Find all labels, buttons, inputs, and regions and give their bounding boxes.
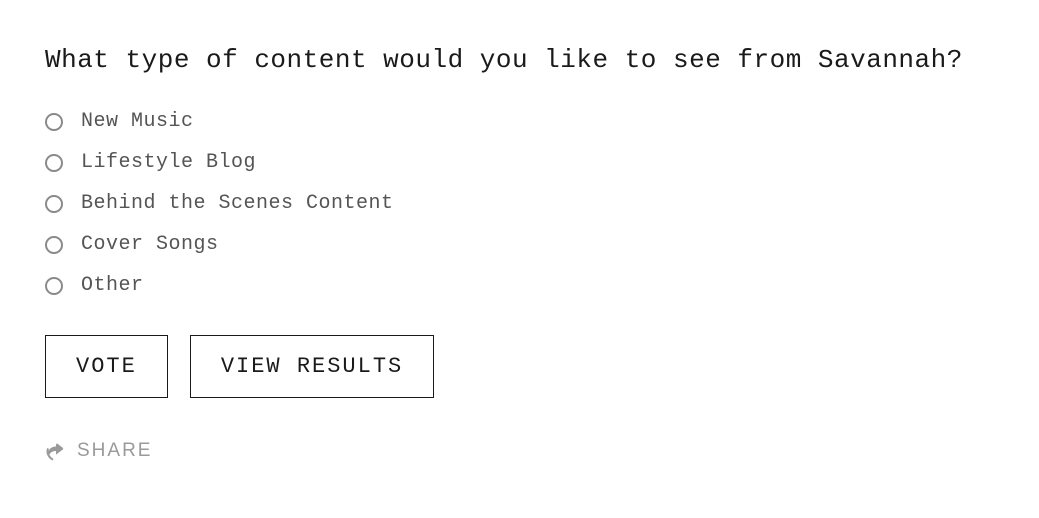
poll-buttons: VOTE VIEW RESULTS <box>45 335 994 398</box>
poll-option-label: Behind the Scenes Content <box>81 192 394 215</box>
poll-option[interactable]: New Music <box>45 110 994 133</box>
radio-icon <box>45 277 63 295</box>
radio-icon <box>45 113 63 131</box>
poll-option-label: Cover Songs <box>81 233 219 256</box>
poll-option-label: New Music <box>81 110 194 133</box>
poll-option-label: Lifestyle Blog <box>81 151 256 174</box>
poll-option[interactable]: Other <box>45 274 994 297</box>
poll-option[interactable]: Cover Songs <box>45 233 994 256</box>
share-link[interactable]: SHARE <box>45 440 994 462</box>
share-icon <box>45 440 67 462</box>
vote-button[interactable]: VOTE <box>45 335 168 398</box>
view-results-button[interactable]: VIEW RESULTS <box>190 335 434 398</box>
poll-option-label: Other <box>81 274 144 297</box>
radio-icon <box>45 195 63 213</box>
poll-option[interactable]: Behind the Scenes Content <box>45 192 994 215</box>
share-label: SHARE <box>77 440 152 462</box>
poll-question: What type of content would you like to s… <box>45 45 994 75</box>
poll-option[interactable]: Lifestyle Blog <box>45 151 994 174</box>
radio-icon <box>45 236 63 254</box>
radio-icon <box>45 154 63 172</box>
poll-options: New Music Lifestyle Blog Behind the Scen… <box>45 110 994 297</box>
